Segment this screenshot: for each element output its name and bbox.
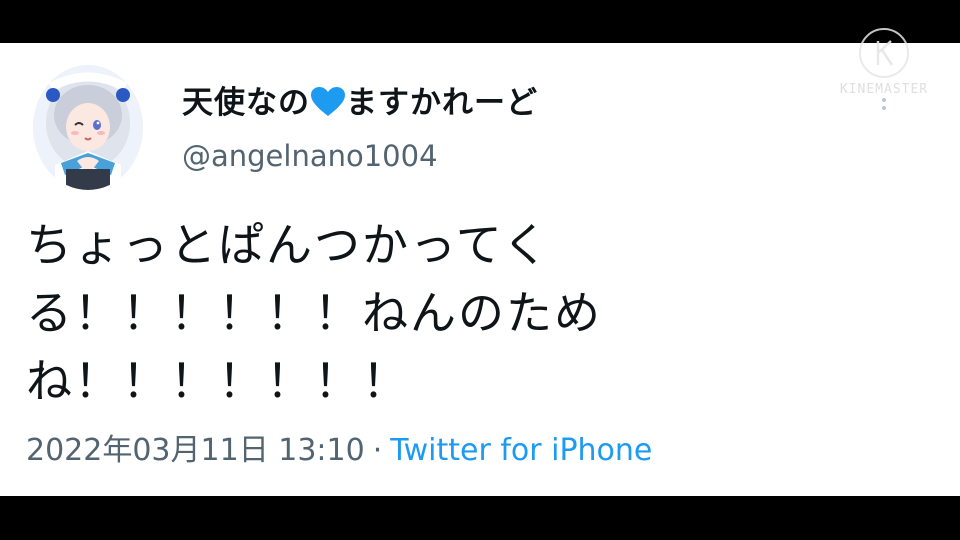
tweet-text-line: ね！！！！！！！ xyxy=(26,354,410,408)
display-name[interactable]: 天使なの ますかれーど xyxy=(182,77,538,122)
tweet-source-link[interactable]: Twitter for iPhone xyxy=(390,433,652,468)
tweet-text-line: ちょっとぱんつかってく xyxy=(26,218,551,272)
tweet-text-line: る！！！！！！ねんのため xyxy=(26,286,602,340)
tweet-text: ちょっとぱんつかってく る！！！！！！ねんのため ね！！！！！！！ xyxy=(26,211,726,415)
blue-heart-icon xyxy=(311,87,345,116)
tweet-card: 天使なの ますかれーど @angelnano1004 ちょっとぱんつかってく る！… xyxy=(0,43,960,496)
user-handle[interactable]: @angelnano1004 xyxy=(182,139,438,173)
meta-separator: · xyxy=(372,433,383,468)
avatar[interactable] xyxy=(33,65,143,190)
kinemaster-watermark: KINEMASTER xyxy=(834,28,934,118)
tweet-meta: 2022年03月11日 13:10 · Twitter for iPhone xyxy=(26,425,652,469)
watermark-label: KINEMASTER xyxy=(839,82,929,97)
kinemaster-logo-icon xyxy=(859,28,909,78)
tweet-timestamp[interactable]: 2022年03月11日 13:10 xyxy=(26,433,365,468)
display-name-text-suffix: ますかれーど xyxy=(346,85,538,121)
avatar-illustration xyxy=(33,65,143,190)
display-name-text: 天使なの xyxy=(182,85,310,121)
video-frame: 天使なの ますかれーど @angelnano1004 ちょっとぱんつかってく る！… xyxy=(0,0,960,540)
watermark-dots-icon xyxy=(882,98,886,114)
